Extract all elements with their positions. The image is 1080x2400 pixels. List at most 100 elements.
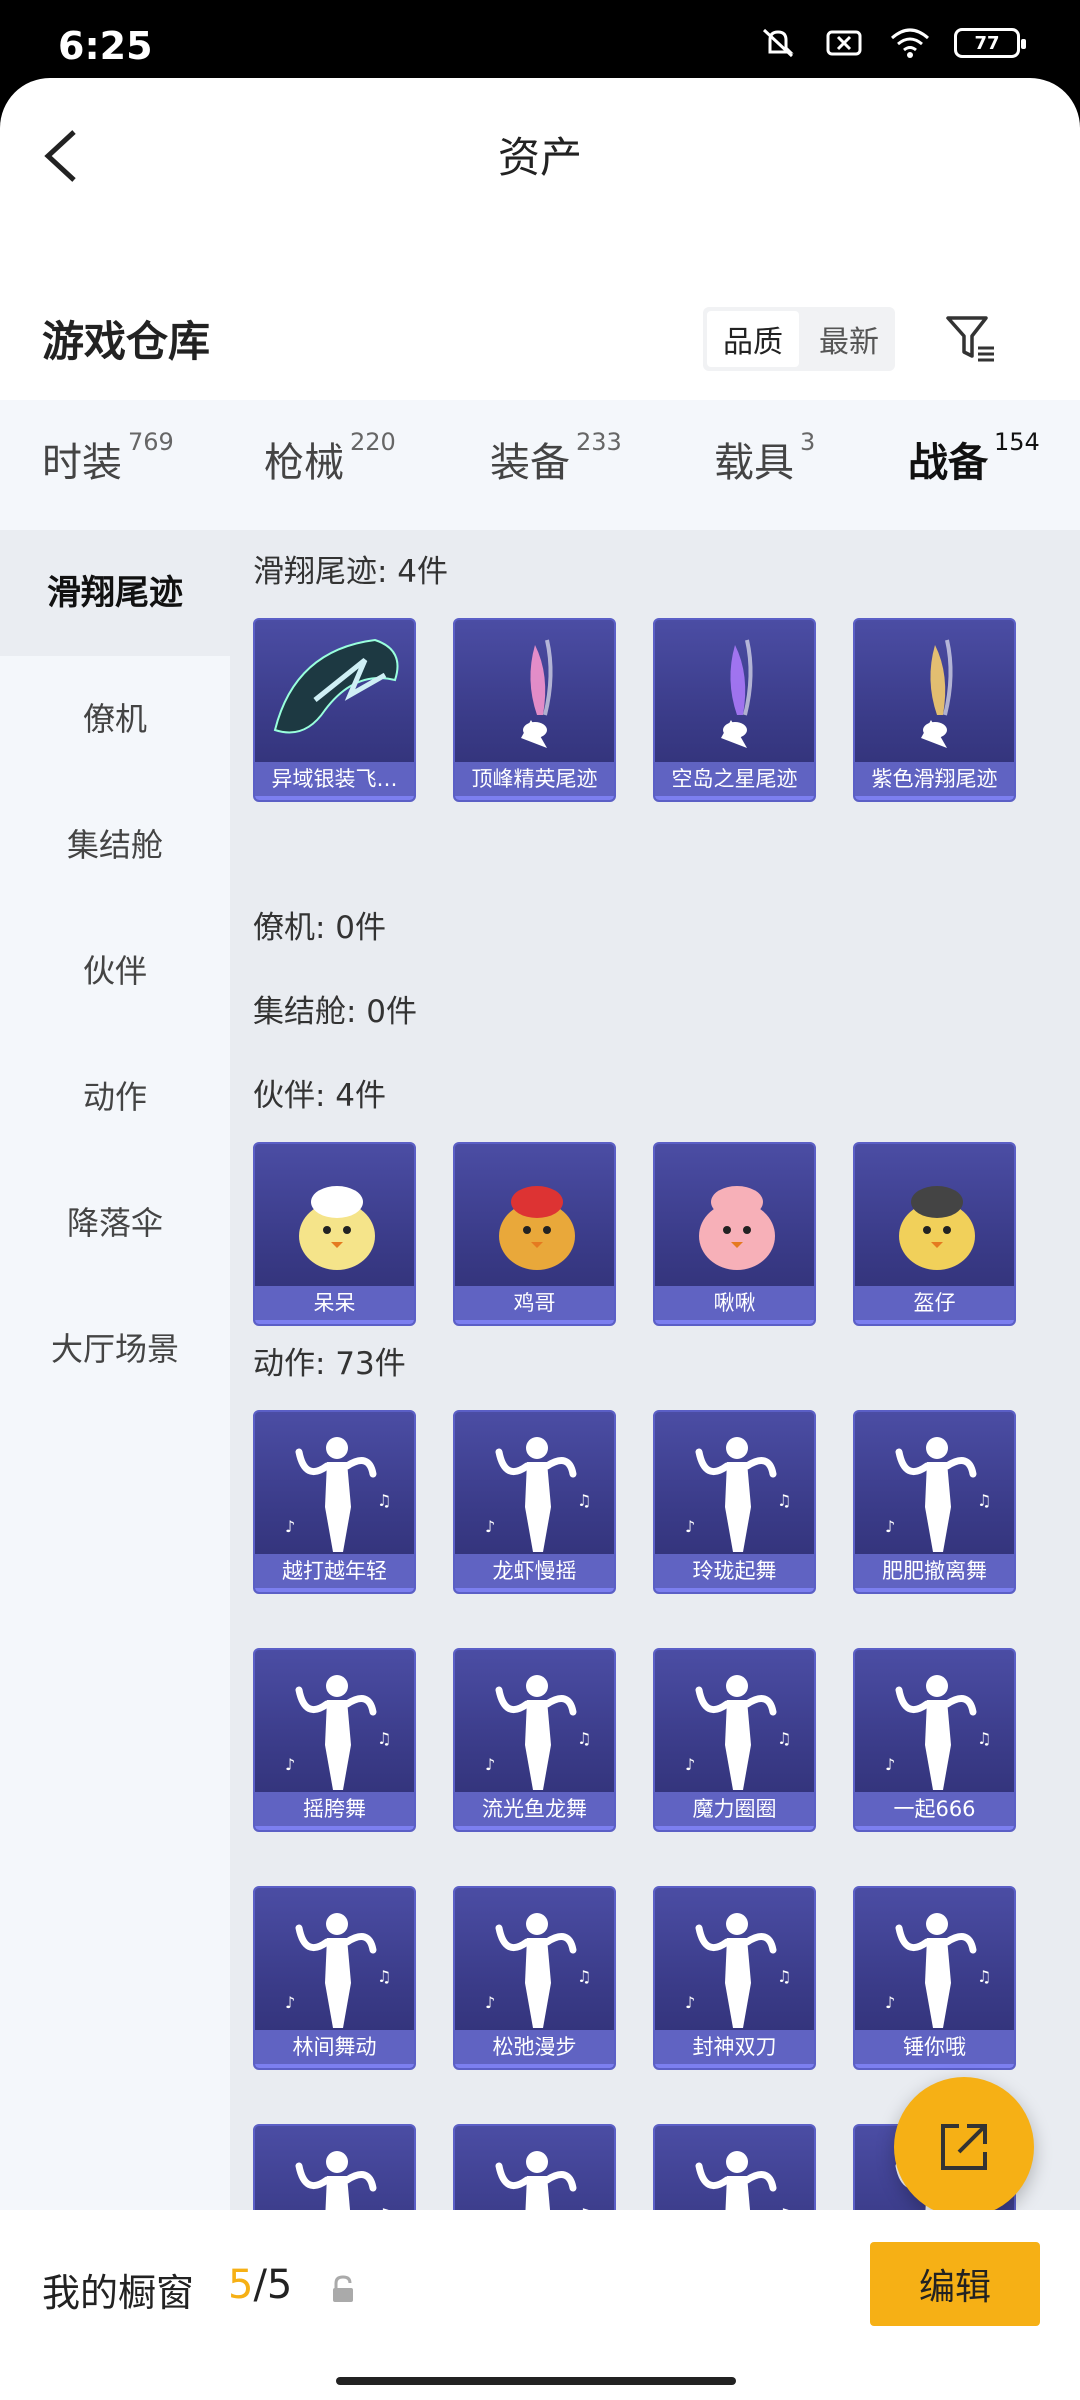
tab-outfits[interactable]: 时装 769 xyxy=(42,428,174,488)
partner-artwork xyxy=(855,1144,1014,1290)
showcase-count-current: 5 xyxy=(228,2262,254,2308)
glide-artwork xyxy=(255,620,414,766)
svg-text:♫: ♫ xyxy=(977,1729,991,1748)
item-card[interactable]: 盔仔 xyxy=(853,1142,1016,1326)
svg-text:♪: ♪ xyxy=(285,1517,295,1536)
status-bar: 6:25 77 xyxy=(0,0,1080,82)
item-label: 鸡哥 xyxy=(455,1286,614,1320)
sidebar-item-pod[interactable]: 集结舱 xyxy=(0,782,230,908)
sidebar-item-emote[interactable]: 动作 xyxy=(0,1034,230,1160)
sort-newest[interactable]: 最新 xyxy=(803,307,895,371)
item-card[interactable]: ♪ ♫ 松弛漫步 xyxy=(453,1886,616,2070)
card-stripe xyxy=(655,1826,814,1830)
group-title-pod: 集结舱: 0件 xyxy=(253,994,418,1030)
item-label: 玲珑起舞 xyxy=(655,1554,814,1588)
item-card[interactable]: ♪ ♫ 锤你哦 xyxy=(853,1886,1016,2070)
item-card[interactable]: 呆呆 xyxy=(253,1142,416,1326)
emote-artwork: ♪♫ xyxy=(855,1888,1014,2034)
filter-icon xyxy=(946,316,994,362)
tab-label: 战备 xyxy=(908,440,988,486)
showcase-bar: 我的橱窗 5/5 编辑 xyxy=(0,2210,1080,2400)
emote-artwork: ♪♫ xyxy=(655,1650,814,1796)
item-card[interactable]: ♪ ♫ 流光鱼龙舞 xyxy=(453,1648,616,1832)
item-label: 流光鱼龙舞 xyxy=(455,1792,614,1826)
item-card[interactable]: ♪ ♫ 玲珑起舞 xyxy=(653,1410,816,1594)
item-card[interactable]: ♪ ♫ 封神双刀 xyxy=(653,1886,816,2070)
svg-text:♪: ♪ xyxy=(285,1755,295,1774)
item-card[interactable]: 啾啾 xyxy=(653,1142,816,1326)
item-label: 锤你哦 xyxy=(855,2030,1014,2064)
item-label: 顶峰精英尾迹 xyxy=(455,762,614,796)
card-stripe xyxy=(655,1320,814,1324)
item-card[interactable]: ♪ ♫ 越打越年轻 xyxy=(253,1410,416,1594)
item-label: 空岛之星尾迹 xyxy=(655,762,814,796)
card-stripe xyxy=(855,796,1014,800)
section-title: 游戏仓库 xyxy=(42,317,211,366)
item-label: 摇胯舞 xyxy=(255,1792,414,1826)
item-card[interactable]: 紫色滑翔尾迹 xyxy=(853,618,1016,802)
svg-text:♪: ♪ xyxy=(885,1755,895,1774)
tab-battle-gear[interactable]: 战备 154 xyxy=(908,428,1040,488)
item-card[interactable]: 空岛之星尾迹 xyxy=(653,618,816,802)
tab-count: 154 xyxy=(994,428,1040,456)
card-stripe xyxy=(655,1588,814,1592)
item-card[interactable]: ♪ ♫ 龙虾慢摇 xyxy=(453,1410,616,1594)
sort-toggle: 品质 最新 xyxy=(703,307,895,371)
item-card[interactable]: ♪ ♫ 摇胯舞 xyxy=(253,1648,416,1832)
share-icon xyxy=(941,2124,987,2170)
emote-artwork: ♪♫ xyxy=(655,1888,814,2034)
share-button[interactable] xyxy=(894,2077,1034,2217)
emote-artwork: ♪♫ xyxy=(855,1650,1014,1796)
svg-text:♫: ♫ xyxy=(577,1729,591,1748)
edit-button[interactable]: 编辑 xyxy=(870,2242,1040,2326)
tab-count: 3 xyxy=(800,428,816,456)
group-title-glide: 滑翔尾迹: 4件 xyxy=(253,554,449,590)
tab-label: 时装 xyxy=(42,440,122,486)
svg-text:♪: ♪ xyxy=(485,1993,495,2012)
card-stripe xyxy=(255,1320,414,1324)
lock-icon xyxy=(330,2274,356,2304)
tab-count: 769 xyxy=(128,428,174,456)
card-stripe xyxy=(455,796,614,800)
showcase-label: 我的橱窗 xyxy=(42,2271,195,2315)
item-card[interactable]: ♪ ♫ 一起666 xyxy=(853,1648,1016,1832)
mute-icon xyxy=(756,26,800,60)
tab-vehicles[interactable]: 载具 3 xyxy=(714,428,816,488)
status-time: 6:25 xyxy=(58,24,153,68)
showcase-count-total: /5 xyxy=(253,2262,293,2308)
item-card[interactable]: 鸡哥 xyxy=(453,1142,616,1326)
filter-button[interactable] xyxy=(936,304,1006,374)
page-title: 资产 xyxy=(497,133,582,182)
item-label: 越打越年轻 xyxy=(255,1554,414,1588)
partner-artwork xyxy=(255,1144,414,1290)
sidebar-item-partner[interactable]: 伙伴 xyxy=(0,908,230,1034)
sidebar-item-lobby-scene[interactable]: 大厅场景 xyxy=(0,1286,230,1412)
item-card[interactable]: ♪ ♫ 林间舞动 xyxy=(253,1886,416,2070)
battery-icon: 77 xyxy=(954,28,1026,58)
sidebar-item-wingman[interactable]: 僚机 xyxy=(0,656,230,782)
tab-weapons[interactable]: 枪械 220 xyxy=(264,428,396,488)
tab-equipment[interactable]: 装备 233 xyxy=(490,428,622,488)
emote-artwork: ♪♫ xyxy=(455,1650,614,1796)
card-stripe xyxy=(455,1588,614,1592)
item-card[interactable]: 顶峰精英尾迹 xyxy=(453,618,616,802)
emote-artwork: ♪♫ xyxy=(255,1412,414,1558)
sidebar-item-parachute[interactable]: 降落伞 xyxy=(0,1160,230,1286)
item-grid: 滑翔尾迹: 4件 异域银装飞… 顶峰精英尾迹 空岛之星尾迹 紫色滑翔尾迹 僚机: 0件… xyxy=(230,530,1080,2308)
svg-text:♪: ♪ xyxy=(685,1993,695,2012)
wifi-icon xyxy=(888,26,932,60)
sort-quality[interactable]: 品质 xyxy=(707,311,799,367)
tab-count: 233 xyxy=(576,428,622,456)
item-card[interactable]: 异域银装飞… xyxy=(253,618,416,802)
tab-label: 装备 xyxy=(490,440,570,486)
sidebar-item-glide-trail[interactable]: 滑翔尾迹 xyxy=(0,530,230,656)
emote-artwork: ♪♫ xyxy=(655,1412,814,1558)
emote-artwork: ♪♫ xyxy=(455,1888,614,2034)
app-sheet: 资产 游戏仓库 品质 最新 时装 769 枪械 220 装备 233 载具 3 战备 15… xyxy=(0,78,1080,2400)
item-label: 松弛漫步 xyxy=(455,2030,614,2064)
glide-artwork xyxy=(455,620,614,766)
item-card[interactable]: ♪ ♫ 肥肥撤离舞 xyxy=(853,1410,1016,1594)
item-card[interactable]: ♪ ♫ 魔力圈圈 xyxy=(653,1648,816,1832)
item-label: 魔力圈圈 xyxy=(655,1792,814,1826)
no-sim-icon xyxy=(822,26,866,60)
